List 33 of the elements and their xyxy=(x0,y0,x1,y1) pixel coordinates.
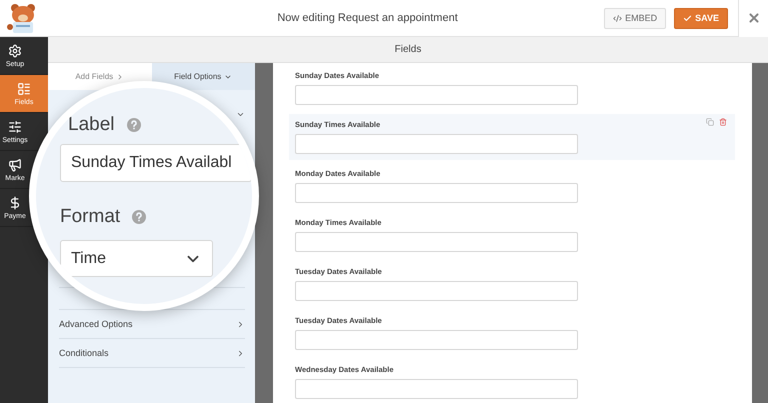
panel-tab[interactable]: Add Fields xyxy=(48,63,152,90)
sliders-icon xyxy=(8,120,22,134)
check-icon xyxy=(683,14,692,22)
input-field[interactable] xyxy=(295,379,578,399)
section-title: Fields xyxy=(394,44,422,55)
help-icon xyxy=(132,210,146,224)
label-heading: Label xyxy=(68,114,114,136)
options-section[interactable]: Conditionals xyxy=(59,339,245,368)
megaphone-icon xyxy=(8,158,22,172)
embed-button[interactable]: EMBED xyxy=(604,8,666,28)
input-field[interactable] xyxy=(295,183,578,203)
input-field[interactable] xyxy=(295,134,578,154)
window-title: Now editing Request an appointment xyxy=(276,12,459,24)
input-field[interactable] xyxy=(295,281,578,301)
copy-icon[interactable] xyxy=(706,118,714,126)
section-label: Advanced Options xyxy=(59,319,133,329)
dollar-icon xyxy=(8,196,22,210)
section-label: Conditionals xyxy=(59,348,109,358)
list-icon xyxy=(17,82,31,96)
code-icon xyxy=(613,14,622,22)
input-field[interactable] xyxy=(295,232,578,252)
help-icon xyxy=(126,118,140,132)
chevron-down-icon[interactable] xyxy=(236,110,245,119)
gear-icon xyxy=(8,44,22,58)
close-icon xyxy=(746,11,760,25)
input-field[interactable] xyxy=(295,85,578,105)
format-heading: Format xyxy=(60,206,120,228)
format-select[interactable]: Time xyxy=(60,240,213,277)
close-button[interactable] xyxy=(738,0,768,36)
panel-tab[interactable]: Field Options xyxy=(152,63,255,90)
input-field[interactable] xyxy=(295,330,578,350)
trash-icon[interactable] xyxy=(719,118,727,126)
label-input-field[interactable]: Sunday Times Availabl xyxy=(60,144,252,182)
